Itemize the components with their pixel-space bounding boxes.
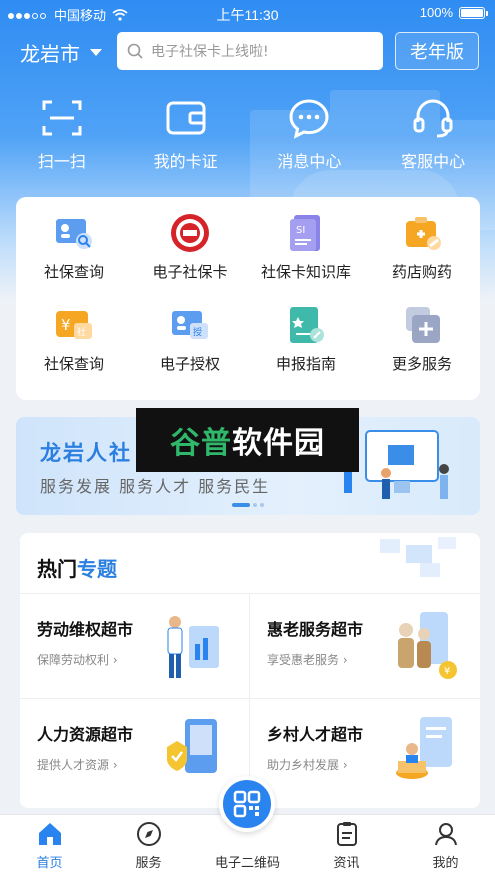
banner-subtitle: 服务发展 服务人才 服务民生 <box>40 477 271 496</box>
elderly-service-illustration: ¥ <box>398 612 457 679</box>
service-label: 申报指南 <box>275 354 336 373</box>
chevron-right-icon: › <box>112 758 118 772</box>
si-book-icon: SI <box>290 215 320 251</box>
user-icon <box>434 823 457 846</box>
rural-talent-illustration <box>396 717 452 779</box>
watermark-text-a: 谷普 <box>170 426 232 461</box>
status-bar: 中国移动 上午11:30 100% <box>0 0 495 26</box>
section-title-a: 热门 <box>37 557 77 581</box>
service-label: 社保卡知识库 <box>260 263 351 281</box>
service-item[interactable]: SI 社保卡知识库 <box>248 211 364 303</box>
quick-action-scan[interactable]: 扫一扫 <box>0 96 124 172</box>
section-title: 热门专题 <box>37 553 117 582</box>
battery-icon <box>459 6 488 19</box>
service-label: 更多服务 <box>391 354 452 373</box>
quick-action-messages[interactable]: 消息中心 <box>248 96 372 172</box>
topic-card[interactable]: 人力资源超市 提供人才资源 › <box>20 698 250 803</box>
quick-action-support[interactable]: 客服中心 <box>371 96 495 172</box>
topic-title: 惠老服务超市 <box>267 620 364 639</box>
service-label: 电子社保卡 <box>152 263 228 281</box>
chevron-right-icon: › <box>342 653 348 667</box>
topic-subtitle: 享受惠老服务 › <box>267 653 348 667</box>
service-item[interactable]: 电子社保卡 <box>132 211 248 303</box>
id-card-search-icon <box>56 219 92 249</box>
quick-action-label: 扫一扫 <box>37 152 86 171</box>
tab-label: 首页 <box>36 856 63 871</box>
service-item[interactable]: ¥ 社 社保查询 <box>16 303 132 395</box>
message-icon <box>289 99 329 139</box>
search-input[interactable]: 电子社保卡上线啦! <box>117 32 383 70</box>
service-grid: 社保查询 电子社保卡 SI 社保卡知识库 药店购药 ¥ 社 社保查询 授 电子授权… <box>16 197 480 400</box>
service-label: 药店购药 <box>391 263 452 281</box>
service-label: 电子授权 <box>159 354 220 373</box>
tab-label: 服务 <box>135 856 162 871</box>
topic-subtitle: 保障劳动权利 › <box>37 653 118 667</box>
quick-actions: 扫一扫 我的卡证 消息中心 客服中心 <box>0 96 495 172</box>
quick-action-label: 客服中心 <box>401 152 466 171</box>
document-icon <box>336 822 357 846</box>
service-item[interactable]: 更多服务 <box>364 303 480 395</box>
section-title-b: 专题 <box>77 557 117 581</box>
svg-text:¥: ¥ <box>61 316 71 334</box>
svg-text:SI: SI <box>296 225 305 236</box>
quick-action-cards[interactable]: 我的卡证 <box>124 96 248 172</box>
svg-text:授: 授 <box>193 326 202 338</box>
home-icon <box>38 823 61 845</box>
search-placeholder: 电子社保卡上线啦! <box>151 44 269 60</box>
chevron-right-icon: › <box>112 653 118 667</box>
social-security-emblem-icon <box>171 214 209 252</box>
topic-card[interactable]: 乡村人才超市 助力乡村发展 › <box>250 698 480 803</box>
tab-label: 资讯 <box>333 856 360 871</box>
topic-subtitle: 提供人才资源 › <box>37 758 118 772</box>
hr-illustration <box>167 719 217 773</box>
wallet-icon <box>166 101 206 135</box>
decor-squares <box>380 537 456 577</box>
service-label: 社保查询 <box>43 263 104 281</box>
quick-action-label: 消息中心 <box>277 152 342 171</box>
search-icon <box>127 43 143 59</box>
service-item[interactable]: 社保查询 <box>16 211 132 303</box>
city-label: 龙岩市 <box>20 42 80 66</box>
topic-title: 劳动维权超市 <box>37 620 134 639</box>
tab-profile[interactable]: 我的 <box>396 815 495 881</box>
authorize-icon: 授 <box>172 310 208 339</box>
topic-card[interactable]: 惠老服务超市 享受惠老服务 › ¥ <box>250 593 480 698</box>
scan-icon <box>42 100 82 136</box>
medicine-icon <box>406 217 441 250</box>
tab-news[interactable]: 资讯 <box>297 815 396 881</box>
quick-action-label: 我的卡证 <box>153 152 218 171</box>
svg-text:¥: ¥ <box>444 666 450 677</box>
headset-icon <box>413 99 453 138</box>
tab-services[interactable]: 服务 <box>99 815 198 881</box>
service-label: 社保查询 <box>43 354 104 373</box>
qr-code-icon <box>233 790 261 818</box>
tab-home[interactable]: 首页 <box>0 815 99 881</box>
guide-icon <box>290 306 324 343</box>
topic-card[interactable]: 劳动维权超市 保障劳动权利 › <box>20 593 250 698</box>
tab-label: 电子二维码 <box>214 856 280 871</box>
banner-title: 龙岩人社 <box>40 441 132 465</box>
qr-code-button[interactable] <box>219 776 275 832</box>
more-icon <box>406 306 440 343</box>
elder-mode-button[interactable]: 老年版 <box>395 32 479 70</box>
battery-percent: 100% <box>419 5 453 20</box>
compass-icon <box>136 822 161 846</box>
topic-title: 人力资源超市 <box>37 725 134 744</box>
labor-rights-illustration <box>167 616 219 678</box>
yuan-social-icon: ¥ 社 <box>56 310 92 339</box>
hot-topics: 热门专题 劳动维权超市 保障劳动权利 › 惠老服务超市 享受惠老服务 › ¥ 人… <box>20 533 480 808</box>
tab-label: 我的 <box>432 856 459 871</box>
topic-title: 乡村人才超市 <box>267 725 364 744</box>
service-item[interactable]: 药店购药 <box>364 211 480 303</box>
service-item[interactable]: 申报指南 <box>248 303 364 395</box>
svg-text:社: 社 <box>77 326 86 338</box>
banner-pagination <box>232 503 264 507</box>
watermark: 谷普 软件园 <box>136 408 359 472</box>
watermark-text-b: 软件园 <box>232 426 325 461</box>
chevron-down-icon <box>90 49 102 56</box>
service-item[interactable]: 授 电子授权 <box>132 303 248 395</box>
chevron-right-icon: › <box>342 758 348 772</box>
topic-subtitle: 助力乡村发展 › <box>267 758 348 772</box>
city-selector[interactable]: 龙岩市 <box>20 38 102 67</box>
